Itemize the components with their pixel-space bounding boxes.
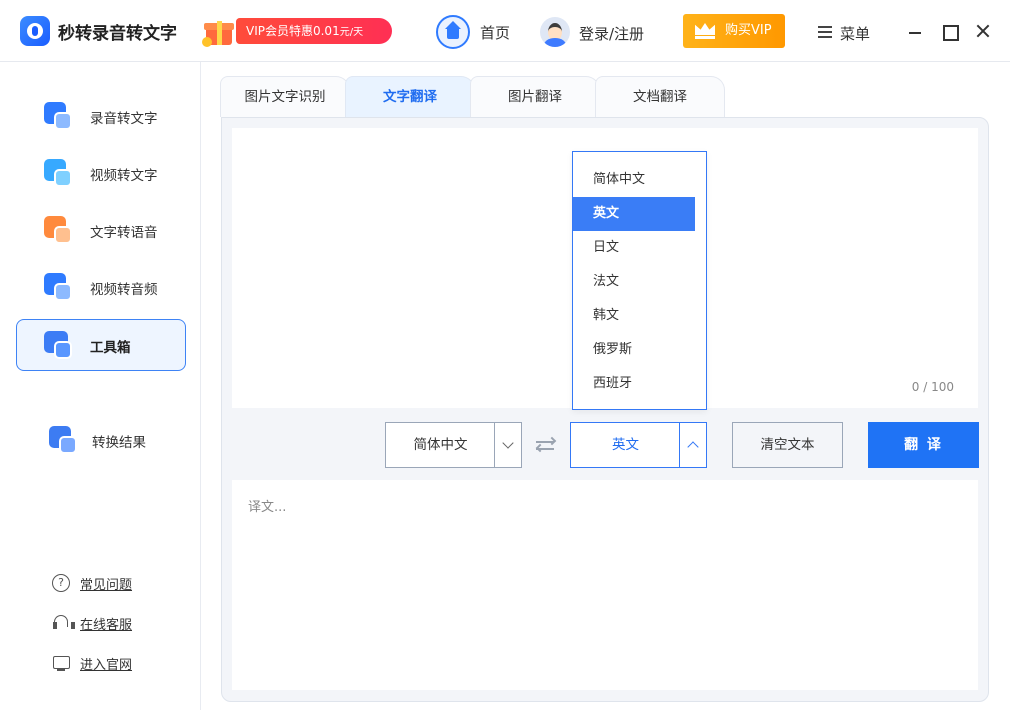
swap-languages-icon[interactable] [535,436,557,454]
target-language-dropdown[interactable]: 简体中文 英文 日文 法文 韩文 俄罗斯 西班牙 [572,151,707,410]
main-content: 图片文字识别 文字翻译 图片翻译 文档翻译 0 / 100 简体中文 英文 日文… [202,62,1010,710]
sidebar-item-video-to-audio[interactable]: 视频转音频 [16,261,186,313]
text-to-speech-icon [44,216,74,244]
online-support-label: 在线客服 [80,618,133,633]
online-support-link[interactable]: 在线客服 [52,612,182,634]
translate-button[interactable]: 翻 译 [868,422,979,468]
promo-unit: 元/天 [339,27,364,38]
tab-document-translate[interactable]: 文档翻译 [595,76,725,117]
hamburger-menu-icon [818,26,832,38]
dropdown-option-french[interactable]: 法文 [573,265,695,299]
tab-image-ocr[interactable]: 图片文字识别 [220,76,350,117]
help-icon: ? [52,574,70,592]
chevron-up-icon[interactable] [679,423,706,467]
maximize-icon[interactable] [940,22,959,41]
headset-icon [52,614,75,632]
dropdown-option-spanish[interactable]: 西班牙 [573,367,695,401]
tab-image-translate[interactable]: 图片翻译 [470,76,600,117]
dropdown-option-korean[interactable]: 韩文 [573,299,695,333]
buy-vip-label: 购买VIP [725,23,772,38]
target-language-select[interactable]: 英文 [570,422,707,468]
sidebar-item-label: 工具箱 [90,340,131,356]
official-site-link[interactable]: 进入官网 [52,652,182,674]
sidebar: 录音转文字 视频转文字 文字转语音 视频转音频 工具箱 转换结果 ? 常见问题 … [0,62,201,710]
source-language-value: 简体中文 [413,437,468,453]
sidebar-item-label: 视频转音频 [90,282,158,298]
tab-text-translate[interactable]: 文字翻译 [345,76,475,117]
gift-icon [202,17,236,47]
title-bar: 秒转录音转文字 VIP会员特惠0.01元/天 首页 登录/注册 购买VIP 菜单 [0,0,1010,62]
vip-promo-banner[interactable]: VIP会员特惠0.01元/天 [196,15,396,47]
results-icon [49,426,79,454]
home-link[interactable]: 首页 [480,22,510,43]
target-language-value: 英文 [612,437,639,453]
menu-label: 菜单 [840,25,871,43]
close-icon[interactable] [974,22,992,40]
toolbox-icon [44,331,74,359]
app-logo-icon [20,16,50,46]
source-language-select[interactable]: 简体中文 [385,422,522,468]
tab-bar: 图片文字识别 文字翻译 图片翻译 文档翻译 [220,76,980,117]
char-count: 0 / 100 [911,380,954,394]
dropdown-option-simplified-chinese[interactable]: 简体中文 [573,163,695,197]
login-register-link[interactable]: 登录/注册 [579,23,644,44]
sidebar-item-toolbox[interactable]: 工具箱 [16,319,186,371]
translate-controls: 简体中文 英文 清空文本 翻 译 [222,418,988,478]
faq-label: 常见问题 [80,578,133,593]
avatar-icon[interactable] [540,17,570,47]
promo-tag[interactable]: VIP会员特惠0.01元/天 [236,18,392,44]
chevron-down-icon[interactable] [494,423,521,467]
buy-vip-button[interactable]: 购买VIP [683,14,785,48]
sidebar-item-audio-to-text[interactable]: 录音转文字 [16,90,186,142]
video-to-audio-icon [44,273,74,301]
sidebar-item-label: 视频转文字 [90,168,158,184]
faq-link[interactable]: ? 常见问题 [52,572,182,594]
home-icon[interactable] [436,15,470,49]
audio-to-text-icon [44,102,74,130]
sidebar-item-label: 转换结果 [92,435,146,451]
minimize-icon[interactable] [906,22,924,40]
sidebar-item-label: 文字转语音 [90,225,158,241]
menu-button[interactable]: 菜单 [818,20,888,44]
video-to-text-icon [44,159,74,187]
monitor-icon [52,654,70,672]
clear-text-button[interactable]: 清空文本 [732,422,843,468]
dropdown-option-english[interactable]: 英文 [573,197,695,231]
sidebar-item-label: 录音转文字 [90,111,158,127]
sidebar-item-text-to-speech[interactable]: 文字转语音 [16,204,186,256]
translation-output[interactable]: 译文... [232,480,978,690]
sidebar-item-results[interactable]: 转换结果 [16,414,186,466]
promo-text: VIP会员特惠0.01 [246,24,340,38]
output-placeholder: 译文... [248,500,287,515]
dropdown-option-russian[interactable]: 俄罗斯 [573,333,695,367]
translate-panel: 0 / 100 简体中文 英文 日文 法文 韩文 俄罗斯 西班牙 简体中文 英文… [221,117,989,702]
sidebar-item-video-to-text[interactable]: 视频转文字 [16,147,186,199]
official-site-label: 进入官网 [80,658,133,673]
crown-icon [695,23,715,39]
dropdown-option-japanese[interactable]: 日文 [573,231,695,265]
app-title: 秒转录音转文字 [58,24,177,44]
